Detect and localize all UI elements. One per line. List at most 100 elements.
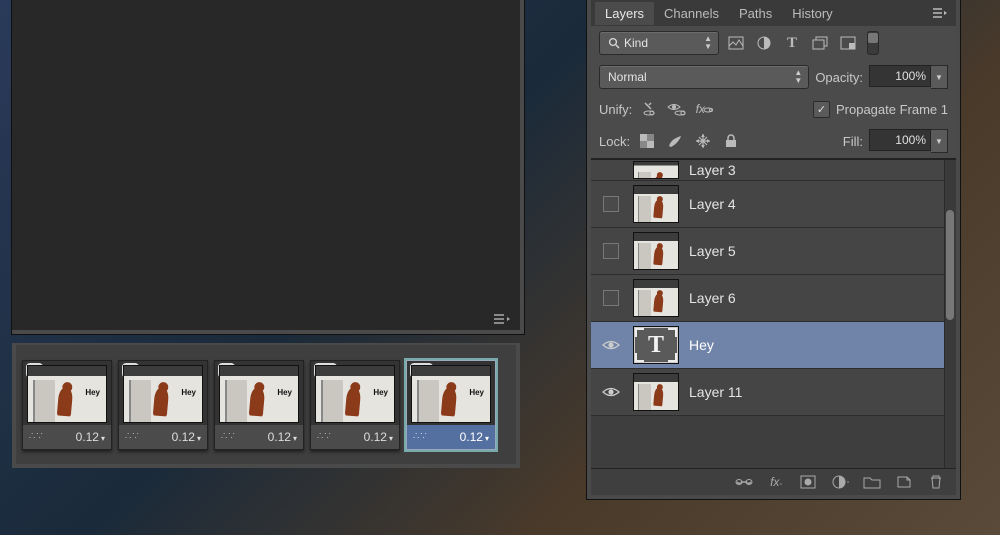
frame-thumbnail-text: Hey bbox=[181, 388, 196, 397]
layer-name[interactable]: Layer 3 bbox=[689, 162, 940, 178]
visibility-toggle[interactable] bbox=[599, 243, 623, 259]
frame-delay-bar[interactable]: ∴∵ 0.12 bbox=[215, 425, 303, 449]
layer-row[interactable]: T Hey bbox=[591, 322, 944, 369]
trash-icon[interactable] bbox=[926, 473, 946, 491]
timeline-frame[interactable]: 11 Hey ∴∵ 0.12 bbox=[406, 360, 496, 450]
mask-icon[interactable] bbox=[798, 473, 818, 491]
frame-delay-value[interactable]: 0.12 bbox=[364, 430, 393, 444]
unify-row: Unify: fx ✓ Propagate Frame 1 bbox=[591, 94, 956, 124]
visibility-toggle[interactable] bbox=[599, 339, 623, 351]
lock-all-icon[interactable] bbox=[720, 131, 742, 151]
frame-delay-bar[interactable]: ∴∵ 0.12 bbox=[311, 425, 399, 449]
new-layer-icon[interactable] bbox=[894, 473, 914, 491]
layer-thumbnail bbox=[633, 161, 679, 179]
lock-pixels-icon[interactable] bbox=[664, 131, 686, 151]
lock-transparency-icon[interactable] bbox=[636, 131, 658, 151]
visibility-empty-icon bbox=[603, 196, 619, 212]
frame-thumbnail-text: Hey bbox=[277, 388, 292, 397]
layer-name[interactable]: Hey bbox=[689, 337, 940, 353]
frame-delay-bar[interactable]: ∴∵ 0.12 bbox=[119, 425, 207, 449]
layer-thumbnail bbox=[633, 373, 679, 411]
unify-style-icon[interactable]: fx bbox=[694, 99, 716, 119]
frame-thumbnail: Hey bbox=[123, 365, 203, 423]
tab-paths[interactable]: Paths bbox=[729, 2, 782, 25]
fill-caret[interactable]: ▼ bbox=[931, 129, 948, 153]
frame-thumbnail: Hey bbox=[315, 365, 395, 423]
tween-icon: ∴∵ bbox=[317, 431, 332, 442]
layer-name[interactable]: Layer 4 bbox=[689, 196, 940, 212]
layer-row[interactable]: Layer 5 bbox=[591, 228, 944, 275]
frame-delay-bar[interactable]: ∴∵ 0.12 bbox=[407, 425, 495, 449]
layer-name[interactable]: Layer 5 bbox=[689, 243, 940, 259]
opacity-caret[interactable]: ▼ bbox=[931, 65, 948, 89]
visibility-toggle[interactable] bbox=[599, 290, 623, 306]
frame-delay-value[interactable]: 0.12 bbox=[268, 430, 297, 444]
canvas-flyout-icon[interactable] bbox=[492, 312, 512, 326]
search-icon bbox=[608, 37, 620, 49]
frame-thumbnail-text: Hey bbox=[469, 388, 484, 397]
layer-row[interactable]: Layer 11 bbox=[591, 369, 944, 416]
layer-thumbnail bbox=[633, 232, 679, 270]
frame-delay-value[interactable]: 0.12 bbox=[172, 430, 201, 444]
layer-row[interactable]: Layer 3 bbox=[591, 160, 944, 181]
text-layer-thumbnail: T bbox=[633, 326, 679, 364]
filter-kind-dropdown[interactable]: Kind ▲▼ bbox=[599, 31, 719, 55]
layer-scrollbar[interactable] bbox=[944, 160, 956, 468]
frame-thumbnail: Hey bbox=[219, 365, 299, 423]
blend-mode-value: Normal bbox=[608, 70, 647, 84]
filter-smart-object-icon[interactable] bbox=[837, 33, 859, 53]
frame-thumbnail-text: Hey bbox=[373, 388, 388, 397]
filter-kind-label: Kind bbox=[624, 36, 648, 50]
filter-pixel-icon[interactable] bbox=[725, 33, 747, 53]
adjustment-icon[interactable]: ▫ bbox=[830, 473, 850, 491]
lock-row: Lock: Fill: 100% ▼ bbox=[591, 124, 956, 159]
unify-visibility-icon[interactable] bbox=[666, 99, 688, 119]
fill-value[interactable]: 100% bbox=[869, 129, 931, 151]
blend-mode-dropdown[interactable]: Normal ▲▼ bbox=[599, 65, 809, 89]
propagate-checkbox[interactable]: ✓ bbox=[813, 101, 830, 118]
document-canvas bbox=[12, 0, 524, 334]
link-icon[interactable] bbox=[734, 473, 754, 491]
frame-delay-value[interactable]: 0.12 bbox=[76, 430, 105, 444]
opacity-value[interactable]: 100% bbox=[869, 65, 931, 87]
filter-toggle-switch[interactable] bbox=[867, 31, 879, 55]
tab-history[interactable]: History bbox=[782, 2, 842, 25]
frame-delay-bar[interactable]: ∴∵ 0.12 bbox=[23, 425, 111, 449]
layer-thumbnail bbox=[633, 185, 679, 223]
visibility-empty-icon bbox=[603, 290, 619, 306]
scrollbar-handle[interactable] bbox=[946, 210, 954, 320]
eye-icon bbox=[602, 386, 620, 398]
filter-adjustment-icon[interactable] bbox=[753, 33, 775, 53]
filter-shape-icon[interactable] bbox=[809, 33, 831, 53]
eye-icon bbox=[602, 339, 620, 351]
group-icon[interactable] bbox=[862, 473, 882, 491]
filter-type-icon[interactable]: T bbox=[781, 33, 803, 53]
layer-row[interactable]: Layer 4 bbox=[591, 181, 944, 228]
frame-thumbnail: Hey bbox=[27, 365, 107, 423]
tween-icon: ∴∵ bbox=[413, 431, 428, 442]
layer-name[interactable]: Layer 11 bbox=[689, 384, 940, 400]
tween-icon: ∴∵ bbox=[125, 431, 140, 442]
fill-label: Fill: bbox=[843, 134, 863, 149]
frame-delay-value[interactable]: 0.12 bbox=[460, 430, 489, 444]
tween-icon: ∴∵ bbox=[221, 431, 236, 442]
layers-panel: Layers Channels Paths History Kind ▲▼ T … bbox=[587, 0, 960, 499]
visibility-toggle[interactable] bbox=[599, 196, 623, 212]
lock-position-icon[interactable] bbox=[692, 131, 714, 151]
layer-row[interactable]: Layer 6 bbox=[591, 275, 944, 322]
panel-flyout-icon[interactable] bbox=[928, 4, 952, 22]
fx-icon[interactable]: fx▫ bbox=[766, 473, 786, 491]
visibility-toggle[interactable] bbox=[599, 386, 623, 398]
blend-row: Normal ▲▼ Opacity: 100% ▼ bbox=[591, 60, 956, 94]
tab-channels[interactable]: Channels bbox=[654, 2, 729, 25]
opacity-label: Opacity: bbox=[815, 70, 863, 85]
tab-layers[interactable]: Layers bbox=[595, 2, 654, 25]
timeline-frame[interactable]: 7 Hey ∴∵ 0.12 bbox=[22, 360, 112, 450]
timeline-frame[interactable]: 10 Hey ∴∵ 0.12 bbox=[310, 360, 400, 450]
layer-bottom-bar: fx▫ ▫ bbox=[591, 468, 956, 495]
layer-name[interactable]: Layer 6 bbox=[689, 290, 940, 306]
timeline-frame[interactable]: 8 Hey ∴∵ 0.12 bbox=[118, 360, 208, 450]
unify-position-icon[interactable] bbox=[638, 99, 660, 119]
panel-tab-bar: Layers Channels Paths History bbox=[591, 0, 956, 26]
timeline-frame[interactable]: 9 Hey ∴∵ 0.12 bbox=[214, 360, 304, 450]
